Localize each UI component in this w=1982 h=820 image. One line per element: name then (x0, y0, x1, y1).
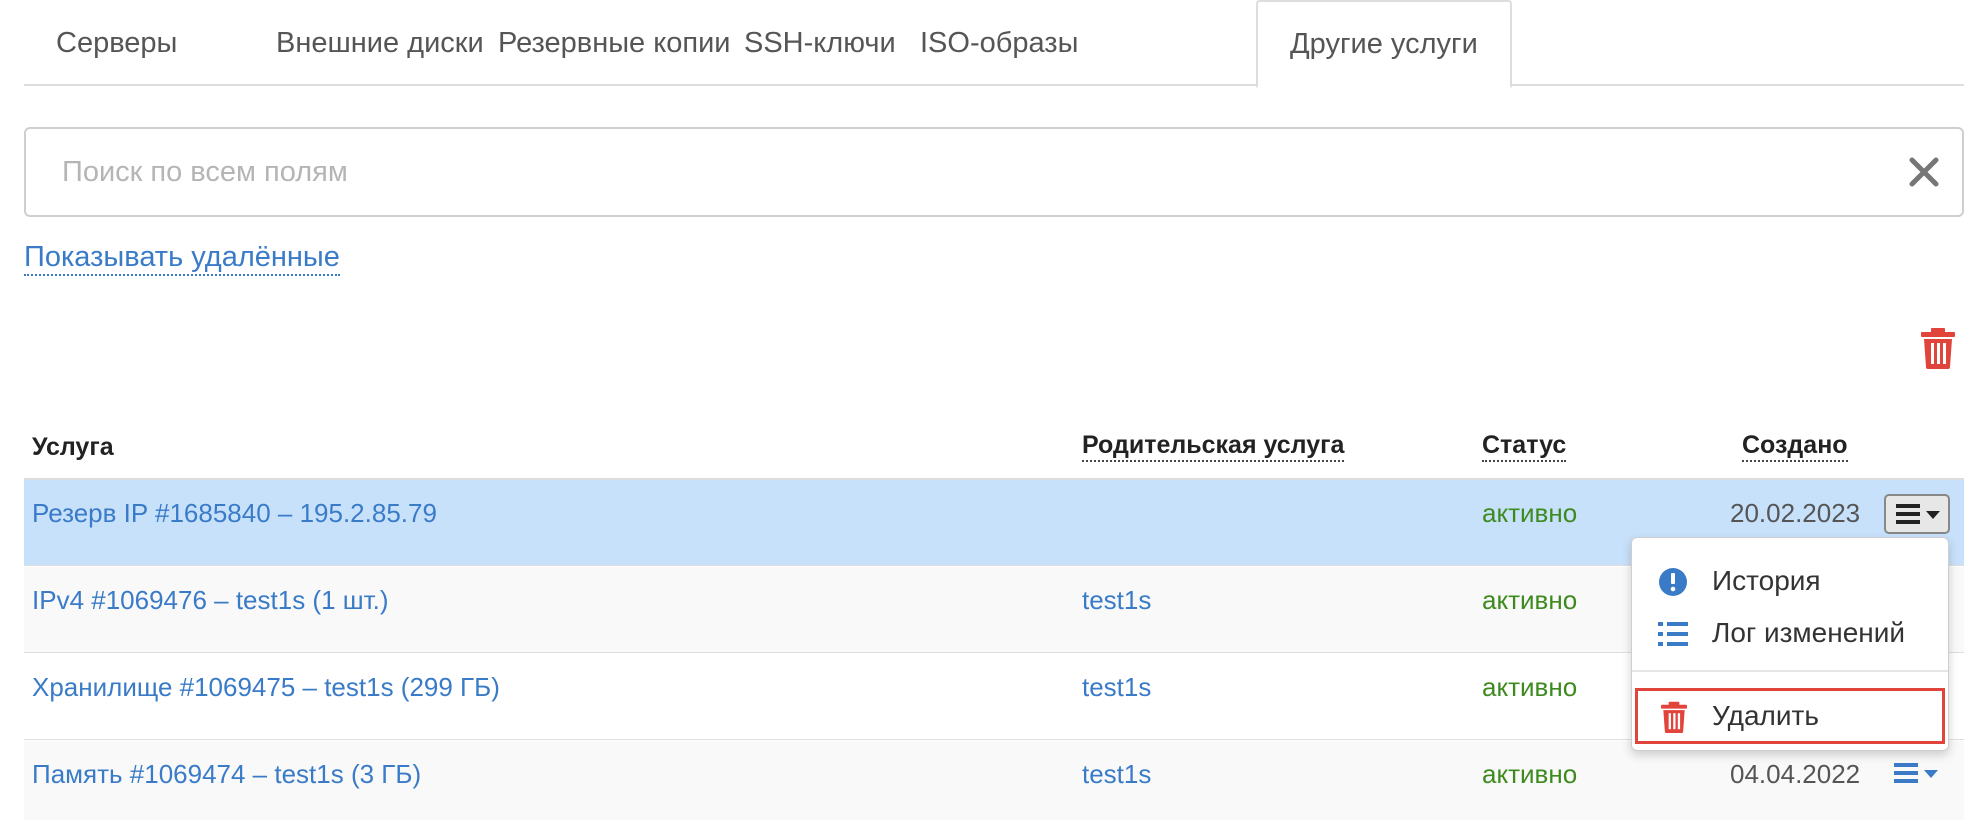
tab-bar: Серверы Внешние диски Резервные копии SS… (24, 0, 1964, 88)
column-header-parent[interactable]: Родительская услуга (1082, 430, 1345, 462)
row-menu-button[interactable] (1884, 755, 1950, 795)
trash-icon[interactable] (1920, 327, 1956, 369)
search-input[interactable] (62, 129, 1862, 215)
column-header-status[interactable]: Статус (1482, 430, 1567, 462)
tab-other-services[interactable]: Другие услуги (1256, 0, 1512, 88)
menu-icon (1894, 763, 1938, 783)
column-header-created[interactable]: Создано (1742, 430, 1848, 462)
menu-item-label: История (1712, 565, 1821, 596)
menu-divider (1632, 670, 1948, 672)
close-icon[interactable] (1908, 156, 1940, 188)
service-link[interactable]: Резерв IP #1685840 – 195.2.85.79 (32, 496, 437, 530)
created-date: 20.02.2023 (1730, 498, 1861, 528)
service-link[interactable]: Память #1069474 – test1s (3 ГБ) (32, 757, 421, 791)
exclamation-circle-icon (1659, 568, 1687, 596)
status-text: активно (1482, 585, 1578, 615)
row-menu-button[interactable] (1884, 494, 1950, 534)
created-date: 04.04.2022 (1730, 759, 1861, 789)
tab-iso-images[interactable]: ISO-образы (888, 0, 1110, 86)
parent-service-link[interactable]: test1s (1082, 583, 1151, 617)
tab-servers[interactable]: Серверы (24, 0, 209, 86)
show-deleted-link[interactable]: Показывать удалённые (24, 240, 340, 276)
menu-item-change-log[interactable]: Лог изменений (1632, 607, 1948, 659)
menu-icon (1896, 504, 1940, 524)
service-link[interactable]: IPv4 #1069476 – test1s (1 шт.) (32, 583, 389, 617)
parent-service-link[interactable]: test1s (1082, 670, 1151, 704)
menu-item-label: Удалить (1712, 700, 1819, 731)
parent-service-link[interactable]: test1s (1082, 757, 1151, 791)
status-text: активно (1482, 759, 1578, 789)
table-row: Память #1069474 – test1s (3 ГБ) test1s а… (24, 741, 1964, 820)
row-actions-dropdown: История Лог изменений Удалить (1631, 537, 1949, 751)
menu-item-delete[interactable]: Удалить (1635, 688, 1945, 744)
status-text: активно (1482, 672, 1578, 702)
search-box (24, 127, 1964, 217)
status-text: активно (1482, 498, 1578, 528)
trash-icon (1661, 701, 1687, 733)
column-header-service: Услуга (32, 433, 114, 461)
service-link[interactable]: Хранилище #1069475 – test1s (299 ГБ) (32, 670, 500, 704)
list-icon (1658, 622, 1688, 646)
menu-item-label: Лог изменений (1712, 617, 1906, 648)
menu-item-history[interactable]: История (1632, 555, 1948, 607)
